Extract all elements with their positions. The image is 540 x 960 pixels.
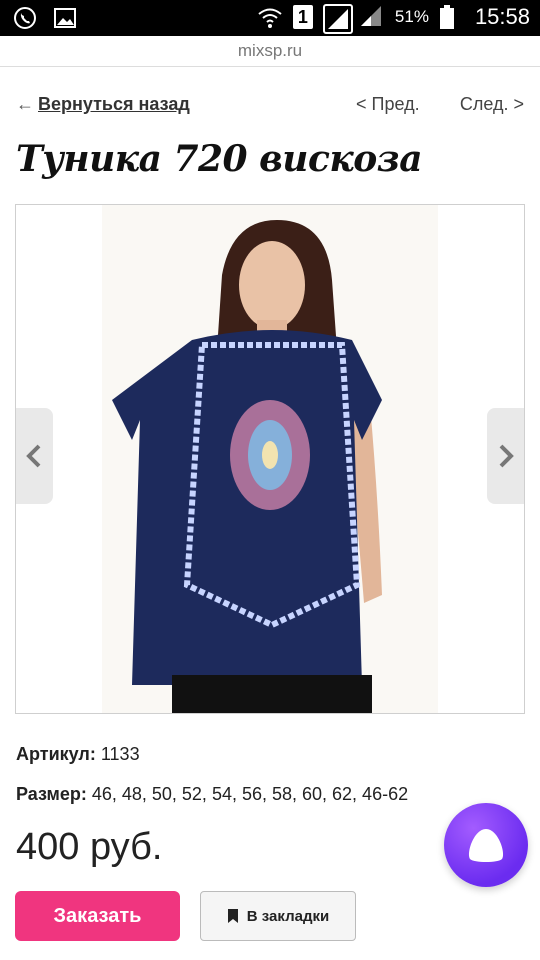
viber-icon	[12, 5, 38, 31]
bookmark-icon	[227, 909, 238, 923]
voice-assistant-button[interactable]	[444, 803, 528, 887]
order-button[interactable]: Заказать	[15, 891, 180, 941]
back-link-label: Вернуться назад	[38, 94, 190, 114]
product-navigation: ← Вернуться назад < Пред. След. >	[16, 94, 524, 120]
url-domain: mixsp.ru	[237, 41, 303, 60]
size-label: Размер:	[16, 784, 87, 804]
size-row: Размер: 46, 48, 50, 52, 54, 56, 58, 60, …	[16, 784, 408, 805]
battery-percent: 51%	[394, 7, 429, 26]
gallery-prev-button[interactable]	[16, 408, 53, 504]
next-link[interactable]: След. >	[460, 94, 524, 115]
signal-2-icon	[359, 4, 385, 30]
article-row: Артикул: 1133	[16, 744, 140, 765]
back-arrow-icon: ←	[16, 94, 34, 114]
back-link[interactable]: ← Вернуться назад	[16, 94, 190, 115]
bookmark-button-label: В закладки	[246, 907, 330, 925]
gallery-next-button[interactable]	[487, 408, 524, 504]
product-title: Туника 720 вискоза	[16, 138, 423, 180]
status-bar: 1 51% 15:58	[0, 0, 540, 36]
chevron-right-icon	[499, 444, 514, 468]
article-value: 1133	[100, 744, 140, 764]
bookmark-button[interactable]: В закладки	[200, 891, 356, 941]
product-price: 400 руб.	[16, 826, 163, 868]
article-label: Артикул:	[16, 744, 96, 764]
clock: 15:58	[474, 4, 530, 29]
wifi-icon	[257, 4, 283, 30]
url-bar[interactable]: mixsp.ru	[0, 36, 540, 67]
model-illustration	[112, 220, 382, 713]
product-gallery[interactable]	[15, 204, 525, 714]
order-button-label: Заказать	[53, 904, 142, 927]
battery-icon	[439, 4, 465, 30]
signal-icon	[322, 4, 353, 34]
gallery-icon	[52, 5, 78, 31]
chevron-left-icon	[26, 444, 41, 468]
product-photo	[102, 205, 438, 713]
size-value: 46, 48, 50, 52, 54, 56, 58, 60, 62, 46-6…	[91, 784, 409, 804]
assistant-icon	[468, 829, 504, 862]
prev-link[interactable]: < Пред.	[356, 94, 420, 115]
sim-indicator: 1	[292, 5, 313, 29]
